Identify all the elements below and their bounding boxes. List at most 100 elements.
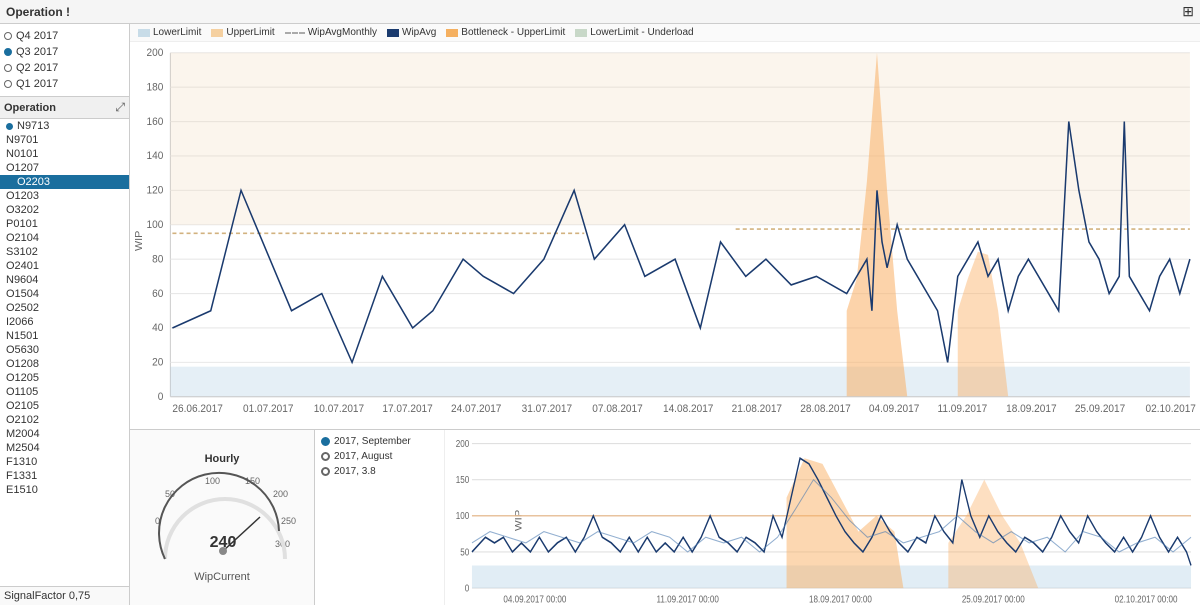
svg-text:02.10.2017 00:00: 02.10.2017 00:00 [1115, 594, 1178, 605]
svg-text:07.08.2017: 07.08.2017 [592, 404, 643, 415]
lower-area: Hourly 0 50 100 150 200 250 300 [130, 430, 1200, 605]
svg-text:31.07.2017: 31.07.2017 [522, 404, 573, 415]
operation-item-o1207[interactable]: O1207 [0, 161, 129, 175]
quarter-dot [4, 80, 12, 88]
operation-item-o2102[interactable]: O2102 [0, 413, 129, 427]
operation-list[interactable]: N9713N9701N0101O1207 O2203 O1203O3202P0101… [0, 119, 129, 586]
op-label: O2102 [6, 414, 39, 426]
svg-text:200: 200 [146, 48, 163, 59]
op-label: O1207 [6, 162, 39, 174]
gauge-title: Hourly [205, 453, 240, 465]
operation-item-o1205[interactable]: O1205 [0, 371, 129, 385]
hourly-dot [321, 467, 330, 476]
svg-text:240: 240 [209, 534, 236, 551]
svg-text:04.09.2017 00:00: 04.09.2017 00:00 [503, 594, 566, 605]
hourly-legend-item[interactable]: 2017, 3.8 [321, 466, 438, 477]
legend-item: Bottleneck - UpperLimit [446, 27, 565, 38]
operation-item-s3102[interactable]: S3102 [0, 245, 129, 259]
legend-item: LowerLimit - Underload [575, 27, 693, 38]
op-label: O2105 [6, 400, 39, 412]
operation-item-n9701[interactable]: N9701 [0, 133, 129, 147]
op-dot [6, 179, 13, 186]
gauge-wrapper: 0 50 100 150 200 250 300 [145, 469, 300, 569]
operation-item-o2203[interactable]: O2203 [0, 175, 129, 189]
page-title: Operation ! [6, 5, 1182, 19]
hourly-chart: WIP 0 50 100 150 [445, 430, 1200, 605]
legend-item: LowerLimit [138, 27, 201, 38]
op-label: M2004 [6, 428, 40, 440]
expand-icon[interactable]: ⊞ [1182, 3, 1194, 20]
op-label: O1504 [6, 288, 39, 300]
hourly-section: 2017, September 2017, August 2017, 3.8 WIP… [315, 430, 1200, 605]
svg-text:02.10.2017: 02.10.2017 [1145, 404, 1196, 415]
operation-item-e1510[interactable]: E1510 [0, 483, 129, 497]
legend-label: LowerLimit [153, 27, 201, 38]
op-label: F1331 [6, 470, 37, 482]
operation-item-p0101[interactable]: P0101 [0, 217, 129, 231]
op-label: I2066 [6, 316, 34, 328]
operation-expand-icon[interactable]: ⤢ [115, 100, 125, 115]
svg-text:01.07.2017: 01.07.2017 [243, 404, 294, 415]
svg-text:26.06.2017: 26.06.2017 [172, 404, 223, 415]
operation-item-o1208[interactable]: O1208 [0, 357, 129, 371]
quarters-section: Q4 2017 Q3 2017 Q2 2017 Q1 2017 [0, 24, 129, 97]
svg-text:20: 20 [152, 357, 163, 368]
svg-text:WIP: WIP [134, 231, 145, 251]
hourly-content: 2017, September 2017, August 2017, 3.8 WIP… [315, 430, 1200, 605]
op-label: O1203 [6, 190, 39, 202]
quarter-q2[interactable]: Q2 2017 [4, 60, 125, 76]
operation-item-f1310[interactable]: F1310 [0, 455, 129, 469]
legend-label: LowerLimit - Underload [590, 27, 693, 38]
operation-item-i2066[interactable]: I2066 [0, 315, 129, 329]
svg-text:50: 50 [460, 546, 469, 557]
quarter-q3[interactable]: Q3 2017 [4, 44, 125, 60]
operation-section: Operation ⤢ N9713N9701N0101O1207O2203O12… [0, 97, 129, 586]
legend-color [138, 29, 150, 37]
operation-item-n0101[interactable]: N0101 [0, 147, 129, 161]
op-label: O2203 [17, 176, 50, 188]
sidebar: Q4 2017 Q3 2017 Q2 2017 Q1 2017 O [0, 24, 130, 605]
hourly-legend-label: 2017, 3.8 [334, 466, 376, 477]
operation-item-m2504[interactable]: M2504 [0, 441, 129, 455]
legend-color [285, 32, 305, 34]
quarter-dot [4, 48, 12, 56]
op-label: N9713 [17, 120, 49, 132]
operation-item-o1105[interactable]: O1105 [0, 385, 129, 399]
svg-text:04.09.2017: 04.09.2017 [869, 404, 920, 415]
operation-item-o5630[interactable]: O5630 [0, 343, 129, 357]
svg-text:14.08.2017: 14.08.2017 [663, 404, 714, 415]
operation-item-o2104[interactable]: O2104 [0, 231, 129, 245]
quarter-q1[interactable]: Q1 2017 [4, 76, 125, 92]
hourly-legend: 2017, September 2017, August 2017, 3.8 [315, 430, 445, 605]
operation-item-n9713[interactable]: N9713 [0, 119, 129, 133]
top-bar: Operation ! ⊞ [0, 0, 1200, 24]
operation-item-m2004[interactable]: M2004 [0, 427, 129, 441]
operation-item-o3202[interactable]: O3202 [0, 203, 129, 217]
operation-item-o2105[interactable]: O2105 [0, 399, 129, 413]
legend-color [446, 29, 458, 37]
svg-text:11.09.2017 00:00: 11.09.2017 00:00 [657, 594, 719, 605]
hourly-dot [321, 437, 330, 446]
hourly-dot [321, 452, 330, 461]
legend-color [387, 29, 399, 37]
quarter-q4[interactable]: Q4 2017 [4, 28, 125, 44]
operation-item-o1203[interactable]: O1203 [0, 189, 129, 203]
operation-item-f1331[interactable]: F1331 [0, 469, 129, 483]
svg-text:150: 150 [456, 474, 469, 485]
content-area: Q4 2017 Q3 2017 Q2 2017 Q1 2017 O [0, 24, 1200, 605]
operation-item-o1504[interactable]: O1504 [0, 287, 129, 301]
op-label: O1208 [6, 358, 39, 370]
quarter-dot [4, 64, 12, 72]
op-label: O1105 [6, 386, 38, 398]
svg-text:0: 0 [465, 583, 470, 594]
hourly-legend-label: 2017, September [334, 436, 411, 447]
svg-text:100: 100 [146, 220, 163, 231]
operation-item-o2401[interactable]: O2401 [0, 259, 129, 273]
operation-item-n9604[interactable]: N9604 [0, 273, 129, 287]
hourly-legend-item[interactable]: 2017, August [321, 451, 438, 462]
operation-item-o2502[interactable]: O2502 [0, 301, 129, 315]
hourly-legend-item[interactable]: 2017, September [321, 436, 438, 447]
operation-item-n1501[interactable]: N1501 [0, 329, 129, 343]
legend-label: WipAvg [402, 27, 436, 38]
svg-text:100: 100 [205, 476, 220, 486]
